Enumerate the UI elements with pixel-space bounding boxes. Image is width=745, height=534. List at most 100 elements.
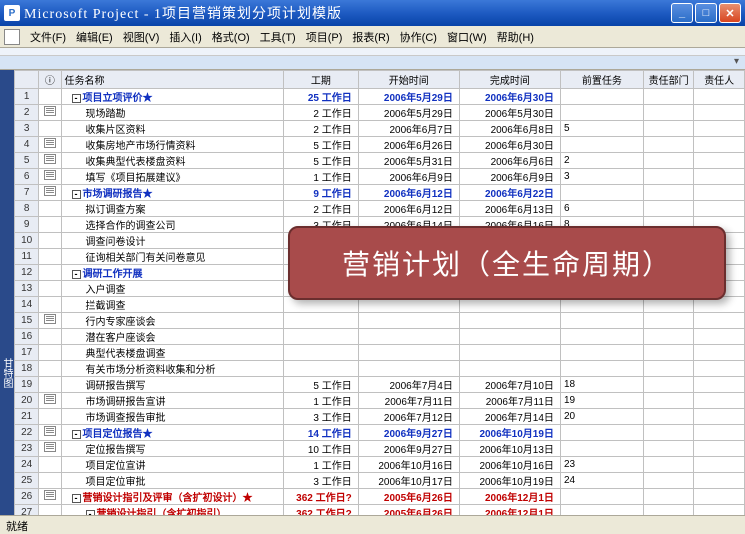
- pred-cell[interactable]: [560, 505, 643, 516]
- finish-cell[interactable]: 2006年7月14日: [459, 409, 560, 425]
- dept-cell[interactable]: [643, 345, 694, 361]
- duration-cell[interactable]: 25 工作日: [283, 89, 358, 105]
- start-cell[interactable]: 2006年10月17日: [358, 473, 459, 489]
- row-number[interactable]: 6: [15, 169, 39, 185]
- finish-cell[interactable]: 2006年10月19日: [459, 425, 560, 441]
- app-menu-icon[interactable]: [4, 29, 20, 45]
- finish-cell[interactable]: 2006年6月9日: [459, 169, 560, 185]
- finish-cell[interactable]: 2006年6月30日: [459, 137, 560, 153]
- pred-cell[interactable]: [560, 89, 643, 105]
- row-number[interactable]: 17: [15, 345, 39, 361]
- row-number[interactable]: 11: [15, 249, 39, 265]
- row-number[interactable]: 12: [15, 265, 39, 281]
- dept-cell[interactable]: [643, 361, 694, 377]
- pred-cell[interactable]: [560, 345, 643, 361]
- pred-cell[interactable]: 6: [560, 201, 643, 217]
- task-name-cell[interactable]: -项目立项评价★: [61, 89, 283, 105]
- pred-cell[interactable]: 3: [560, 169, 643, 185]
- task-name-cell[interactable]: -营销设计指引（含扩初指引）: [61, 505, 283, 516]
- start-cell[interactable]: [358, 329, 459, 345]
- resp-cell[interactable]: [694, 313, 745, 329]
- row-number[interactable]: 20: [15, 393, 39, 409]
- duration-cell[interactable]: 5 工作日: [283, 153, 358, 169]
- duration-cell[interactable]: 5 工作日: [283, 377, 358, 393]
- duration-cell[interactable]: 2 工作日: [283, 121, 358, 137]
- pred-cell[interactable]: 2: [560, 153, 643, 169]
- duration-cell[interactable]: 1 工作日: [283, 393, 358, 409]
- table-row[interactable]: 27-营销设计指引（含扩初指引）362 工作日?2005年6月26日2006年1…: [15, 505, 745, 516]
- start-cell[interactable]: 2006年6月12日: [358, 201, 459, 217]
- resp-cell[interactable]: [694, 201, 745, 217]
- finish-cell[interactable]: 2006年10月13日: [459, 441, 560, 457]
- start-cell[interactable]: 2005年6月26日: [358, 489, 459, 505]
- table-row[interactable]: 16潜在客户座谈会: [15, 329, 745, 345]
- duration-cell[interactable]: 14 工作日: [283, 425, 358, 441]
- task-name-cell[interactable]: 入户调查: [61, 281, 283, 297]
- menu-file[interactable]: 文件(F): [26, 27, 70, 47]
- menu-report[interactable]: 报表(R): [348, 27, 393, 47]
- pred-cell[interactable]: [560, 137, 643, 153]
- row-number[interactable]: 2: [15, 105, 39, 121]
- table-row[interactable]: 19调研报告撰写5 工作日2006年7月4日2006年7月10日18: [15, 377, 745, 393]
- finish-cell[interactable]: [459, 361, 560, 377]
- dept-cell[interactable]: [643, 425, 694, 441]
- task-name-cell[interactable]: 拟订调查方案: [61, 201, 283, 217]
- start-cell[interactable]: 2006年7月12日: [358, 409, 459, 425]
- finish-cell[interactable]: 2006年12月1日: [459, 489, 560, 505]
- table-row[interactable]: 2现场踏勘2 工作日2006年5月29日2006年5月30日: [15, 105, 745, 121]
- duration-cell[interactable]: 9 工作日: [283, 185, 358, 201]
- duration-cell[interactable]: [283, 313, 358, 329]
- pred-cell[interactable]: [560, 425, 643, 441]
- menu-insert[interactable]: 插入(I): [165, 27, 205, 47]
- duration-cell[interactable]: [283, 329, 358, 345]
- resp-cell[interactable]: [694, 153, 745, 169]
- start-cell[interactable]: 2006年6月12日: [358, 185, 459, 201]
- col-start[interactable]: 开始时间: [358, 71, 459, 89]
- row-number[interactable]: 19: [15, 377, 39, 393]
- pred-cell[interactable]: 24: [560, 473, 643, 489]
- resp-cell[interactable]: [694, 425, 745, 441]
- pred-cell[interactable]: [560, 441, 643, 457]
- start-cell[interactable]: 2006年5月29日: [358, 105, 459, 121]
- resp-cell[interactable]: [694, 137, 745, 153]
- task-name-cell[interactable]: 拦截调查: [61, 297, 283, 313]
- row-number[interactable]: 5: [15, 153, 39, 169]
- row-number[interactable]: 15: [15, 313, 39, 329]
- table-row[interactable]: 5收集典型代表楼盘资料5 工作日2006年5月31日2006年6月6日2: [15, 153, 745, 169]
- table-row[interactable]: 4收集房地产市场行情资料5 工作日2006年6月26日2006年6月30日: [15, 137, 745, 153]
- duration-cell[interactable]: 2 工作日: [283, 105, 358, 121]
- finish-cell[interactable]: [459, 329, 560, 345]
- table-row[interactable]: 17 典型代表楼盘调查: [15, 345, 745, 361]
- start-cell[interactable]: 2005年6月26日: [358, 505, 459, 516]
- finish-cell[interactable]: 2006年6月30日: [459, 89, 560, 105]
- pred-cell[interactable]: [560, 361, 643, 377]
- duration-cell[interactable]: [283, 361, 358, 377]
- row-number[interactable]: 1: [15, 89, 39, 105]
- task-name-cell[interactable]: 项目定位审批: [61, 473, 283, 489]
- table-row[interactable]: 18有关市场分析资料收集和分析: [15, 361, 745, 377]
- dept-cell[interactable]: [643, 489, 694, 505]
- task-name-cell[interactable]: 典型代表楼盘调查: [61, 345, 283, 361]
- table-row[interactable]: 1 -项目立项评价★25 工作日2006年5月29日2006年6月30日: [15, 89, 745, 105]
- task-name-cell[interactable]: 收集典型代表楼盘资料: [61, 153, 283, 169]
- row-number[interactable]: 13: [15, 281, 39, 297]
- pred-cell[interactable]: [560, 329, 643, 345]
- start-cell[interactable]: [358, 361, 459, 377]
- task-name-cell[interactable]: 收集房地产市场行情资料: [61, 137, 283, 153]
- resp-cell[interactable]: [694, 393, 745, 409]
- start-cell[interactable]: 2006年5月29日: [358, 89, 459, 105]
- resp-cell[interactable]: [694, 361, 745, 377]
- task-name-cell[interactable]: 收集片区资料: [61, 121, 283, 137]
- finish-cell[interactable]: [459, 313, 560, 329]
- task-name-cell[interactable]: 现场踏勘: [61, 105, 283, 121]
- duration-cell[interactable]: 362 工作日?: [283, 505, 358, 516]
- pred-cell[interactable]: 23: [560, 457, 643, 473]
- dept-cell[interactable]: [643, 505, 694, 516]
- row-number[interactable]: 8: [15, 201, 39, 217]
- duration-cell[interactable]: 10 工作日: [283, 441, 358, 457]
- finish-cell[interactable]: 2006年12月1日: [459, 505, 560, 516]
- start-cell[interactable]: 2006年6月7日: [358, 121, 459, 137]
- finish-cell[interactable]: 2006年10月16日: [459, 457, 560, 473]
- dept-cell[interactable]: [643, 329, 694, 345]
- task-name-cell[interactable]: -调研工作开展: [61, 265, 283, 281]
